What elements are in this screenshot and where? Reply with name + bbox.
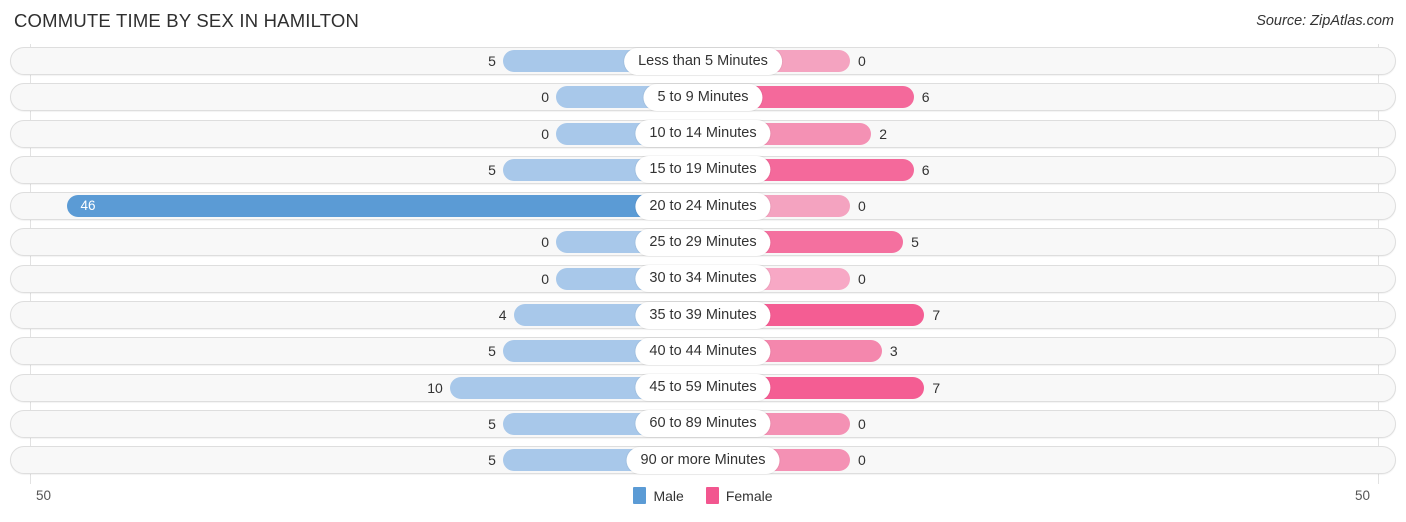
value-label-male: 0 (541, 234, 549, 251)
plot-area: Less than 5 Minutes 5 0 5 to 9 Minutes 0 6 10 … (0, 44, 1406, 484)
legend-swatch-icon (633, 487, 647, 504)
value-label-female: 0 (858, 198, 866, 215)
category-label: 10 to 14 Minutes (635, 120, 771, 148)
value-label-female: 0 (858, 415, 866, 432)
value-label-male: 0 (541, 270, 549, 287)
value-label-female: 6 (921, 161, 930, 178)
value-label-male: 10 (427, 379, 443, 396)
table-row: 20 to 24 Minutes 46 0 (0, 189, 1406, 225)
value-label-female: 7 (932, 379, 941, 396)
source-attribution: Source: ZipAtlas.com (1256, 13, 1394, 29)
table-row: 45 to 59 Minutes 10 7 (0, 371, 1406, 407)
value-label-female: 6 (921, 89, 930, 106)
value-label-male: 0 (541, 89, 549, 106)
table-row: 30 to 34 Minutes 0 0 (0, 262, 1406, 298)
value-label-male: 5 (488, 452, 496, 469)
value-label-female: 0 (858, 53, 866, 69)
chart-header: COMMUTE TIME BY SEX IN HAMILTON Source: … (0, 0, 1406, 44)
legend-item[interactable]: Female (705, 487, 773, 504)
table-row: 25 to 29 Minutes 0 5 (0, 225, 1406, 261)
category-label: 90 or more Minutes (626, 446, 780, 474)
bar-male[interactable] (67, 195, 703, 218)
category-label: Less than 5 Minutes (624, 47, 782, 75)
table-row: 60 to 89 Minutes 5 0 (0, 407, 1406, 443)
table-row: 40 to 44 Minutes 5 3 (0, 334, 1406, 370)
value-label-male: 5 (488, 343, 496, 360)
page-title: COMMUTE TIME BY SEX IN HAMILTON (14, 10, 360, 31)
legend-swatch-icon (705, 487, 719, 504)
value-label-female: 2 (879, 125, 888, 142)
chart-legend: Male Female (0, 487, 1406, 504)
value-label-female: 7 (932, 307, 941, 324)
value-label-female: 3 (889, 343, 898, 360)
category-label: 25 to 29 Minutes (635, 228, 771, 256)
table-row: 10 to 14 Minutes 0 2 (0, 117, 1406, 153)
value-label-male: 5 (488, 53, 496, 69)
category-label: 5 to 9 Minutes (643, 83, 763, 111)
table-row: 5 to 9 Minutes 0 6 (0, 80, 1406, 116)
category-label: 45 to 59 Minutes (635, 374, 771, 402)
table-row: 35 to 39 Minutes 4 7 (0, 298, 1406, 334)
value-label-male: 5 (488, 415, 496, 432)
value-label-male: 5 (488, 161, 496, 178)
category-label: 30 to 34 Minutes (635, 265, 771, 293)
chart-footer: 50 50 Male Female (0, 484, 1406, 522)
value-label-male: 46 (80, 198, 96, 214)
category-label: 60 to 89 Minutes (635, 410, 771, 438)
category-label: 40 to 44 Minutes (635, 337, 771, 365)
category-label: 15 to 19 Minutes (635, 156, 771, 184)
table-row: Less than 5 Minutes 5 0 (0, 44, 1406, 80)
category-label: 20 to 24 Minutes (635, 192, 771, 220)
table-row: 15 to 19 Minutes 5 6 (0, 153, 1406, 189)
category-label: 35 to 39 Minutes (635, 301, 771, 329)
bar-rows: Less than 5 Minutes 5 0 5 to 9 Minutes 0 6 10 … (0, 44, 1406, 480)
value-label-female: 0 (858, 452, 866, 469)
value-label-female: 5 (911, 234, 919, 251)
value-label-male: 4 (498, 307, 507, 324)
legend-item[interactable]: Male (633, 487, 684, 504)
chart-container: COMMUTE TIME BY SEX IN HAMILTON Source: … (0, 0, 1406, 522)
value-label-female: 0 (858, 270, 866, 287)
value-label-male: 0 (541, 125, 549, 142)
legend-label: Female (725, 487, 773, 504)
legend-label: Male (653, 487, 684, 504)
table-row: 90 or more Minutes 5 0 (0, 443, 1406, 479)
